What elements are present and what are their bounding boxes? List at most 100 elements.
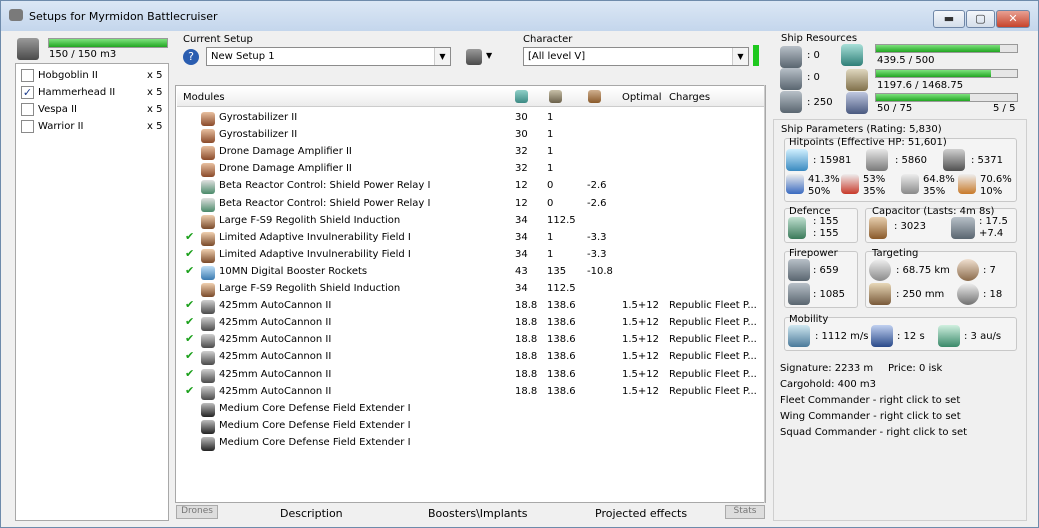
turret-slots: : 0 <box>807 50 820 61</box>
setup-dropdown[interactable]: New Setup 1 ▼ <box>206 47 451 66</box>
module-row[interactable]: Medium Core Defense Field Extender I <box>177 417 764 434</box>
defence-icon <box>788 217 806 239</box>
drone-checkbox[interactable]: ✓ <box>21 86 34 99</box>
tab-stats[interactable]: Stats <box>725 505 765 519</box>
scrollbar-track[interactable] <box>764 85 765 503</box>
module-name: Gyrostabilizer II <box>219 112 298 123</box>
drone-item[interactable]: Vespa II x 5 <box>16 101 168 118</box>
module-row[interactable]: ✔ 425mm AutoCannon II 18.8 138.6 1.5+12 Repub… <box>177 383 764 400</box>
cpu-icon <box>841 44 863 66</box>
module-icon <box>201 334 215 349</box>
setup-value: New Setup 1 <box>211 51 275 62</box>
module-powergrid: 138.6 <box>547 300 576 312</box>
fit-menu-arrow-icon[interactable]: ▼ <box>486 51 492 60</box>
powergrid-icon <box>846 69 868 91</box>
module-row[interactable]: ✔ 425mm AutoCannon II 18.8 138.6 1.5+12 Repub… <box>177 348 764 366</box>
squad-commander-text[interactable]: Squad Commander - right click to set <box>780 427 967 438</box>
module-name: Drone Damage Amplifier II <box>219 146 352 158</box>
module-row[interactable]: Gyrostabilizer II 30 1 <box>177 109 764 126</box>
tab-boosters-implants[interactable]: Boosters\Implants <box>428 507 528 520</box>
module-cpu: 18.8 <box>515 368 538 380</box>
scan-resolution-icon <box>869 283 891 305</box>
resist-shield: 53% <box>863 174 886 185</box>
drone-checkbox[interactable] <box>21 103 34 116</box>
active-check-icon: ✔ <box>185 263 195 277</box>
fleet-commander-text[interactable]: Fleet Commander - right click to set <box>780 395 960 406</box>
drone-item[interactable]: ✓ Hammerhead II x 5 <box>16 84 168 101</box>
module-powergrid: 138.6 <box>547 351 576 363</box>
module-cpu: 34 <box>515 283 528 294</box>
module-row[interactable]: Drone Damage Amplifier II 32 1 <box>177 160 764 178</box>
col-modules[interactable]: Modules <box>183 92 225 103</box>
active-check-icon: ✔ <box>185 315 195 329</box>
module-name: Limited Adaptive Invulnerability Field I <box>219 248 411 260</box>
warp-speed-icon <box>938 325 960 347</box>
mobility-warp: : 3 au/s <box>964 331 1002 342</box>
module-row[interactable]: Medium Core Defense Field Extender I <box>177 400 764 417</box>
module-row[interactable]: Large F-S9 Regolith Shield Induction 34 11… <box>177 212 764 229</box>
cpu-col-icon[interactable] <box>515 90 528 103</box>
module-name: Drone Damage Amplifier II <box>219 163 352 175</box>
module-name: Beta Reactor Control: Shield Power Relay… <box>219 180 431 192</box>
module-row[interactable]: Gyrostabilizer II 30 1 <box>177 126 764 144</box>
module-capacitor: -2.6 <box>587 197 607 209</box>
module-row[interactable]: ✔ 425mm AutoCannon II 18.8 138.6 1.5+12 Repub… <box>177 331 764 349</box>
module-row[interactable]: Beta Reactor Control: Shield Power Relay… <box>177 177 764 195</box>
module-row[interactable]: Large F-S9 Regolith Shield Induction 34 11… <box>177 280 764 297</box>
firepower-dps: : 659 <box>813 265 839 276</box>
module-row[interactable]: ✔ Limited Adaptive Invulnerability Field … <box>177 246 764 263</box>
module-optimal: 1.5+12 <box>622 351 660 363</box>
minimize-button[interactable]: ▬ <box>933 10 965 28</box>
wing-commander-text[interactable]: Wing Commander - right click to set <box>780 411 961 422</box>
col-charges[interactable]: Charges <box>669 92 710 103</box>
tab-drones[interactable]: Drones <box>176 505 218 519</box>
drone-name: Warrior II <box>38 121 84 132</box>
powergrid-col-icon[interactable] <box>549 90 562 103</box>
module-name: Beta Reactor Control: Shield Power Relay… <box>219 197 431 209</box>
module-icon <box>201 146 215 161</box>
hitpoints-title: Hitpoints (Effective HP: 51,601) <box>789 137 947 148</box>
drone-item[interactable]: Hobgoblin II x 5 <box>16 67 168 84</box>
maximize-button[interactable]: ▢ <box>966 10 995 28</box>
shield-icon <box>786 149 808 171</box>
module-icon <box>201 129 215 144</box>
module-row[interactable]: ✔ 10MN Digital Booster Rockets 43 135 -10.8 <box>177 263 764 280</box>
character-label: Character <box>523 34 573 45</box>
armor-hp: : 5860 <box>895 155 927 166</box>
resist-icon <box>901 174 919 194</box>
module-row[interactable]: ✔ 425mm AutoCannon II 18.8 138.6 1.5+12 Repub… <box>177 366 764 383</box>
drone-item[interactable]: Warrior II x 5 <box>16 118 168 135</box>
firepower-title: Firepower <box>789 248 838 259</box>
module-row[interactable]: ✔ Limited Adaptive Invulnerability Field … <box>177 229 764 246</box>
module-row[interactable]: Drone Damage Amplifier II 32 1 <box>177 143 764 161</box>
module-capacitor: -3.3 <box>587 231 607 243</box>
active-check-icon: ✔ <box>185 383 195 397</box>
resist-icon <box>841 174 859 194</box>
module-icon <box>201 351 215 366</box>
resist-shield: 64.8% <box>923 174 955 185</box>
drone-bay-capacity: 150 / 150 m3 <box>49 49 117 60</box>
module-row[interactable]: ✔ 425mm AutoCannon II 18.8 138.6 1.5+12 Repub… <box>177 314 764 332</box>
tab-description[interactable]: Description <box>280 507 343 520</box>
launcher-slots: : 0 <box>807 72 820 83</box>
resist-icon <box>958 174 976 194</box>
character-dropdown[interactable]: [All level V] ▼ <box>523 47 749 66</box>
help-icon[interactable]: ? <box>183 49 199 65</box>
close-button[interactable]: ✕ <box>996 10 1030 28</box>
active-check-icon: ✔ <box>185 246 195 260</box>
active-check-icon: ✔ <box>185 229 195 243</box>
module-name: Large F-S9 Regolith Shield Induction <box>219 283 401 294</box>
fit-menu-icon[interactable] <box>466 49 482 65</box>
tab-projected-effects[interactable]: Projected effects <box>595 507 687 520</box>
module-row[interactable]: ✔ 425mm AutoCannon II 18.8 138.6 1.5+12 Repub… <box>177 297 764 315</box>
shield-hp: : 15981 <box>813 155 852 166</box>
capacitor-col-icon[interactable] <box>588 90 601 103</box>
title-bar: Setups for Myrmidon Battlecruiser ▬ ▢ ✕ <box>1 1 1038 31</box>
module-icon <box>201 436 215 451</box>
drone-checkbox[interactable] <box>21 69 34 82</box>
col-optimal[interactable]: Optimal <box>622 92 662 103</box>
module-row[interactable]: Medium Core Defense Field Extender I <box>177 434 764 451</box>
module-row[interactable]: Beta Reactor Control: Shield Power Relay… <box>177 195 764 212</box>
drone-checkbox[interactable] <box>21 120 34 133</box>
mobility-title: Mobility <box>789 314 829 325</box>
